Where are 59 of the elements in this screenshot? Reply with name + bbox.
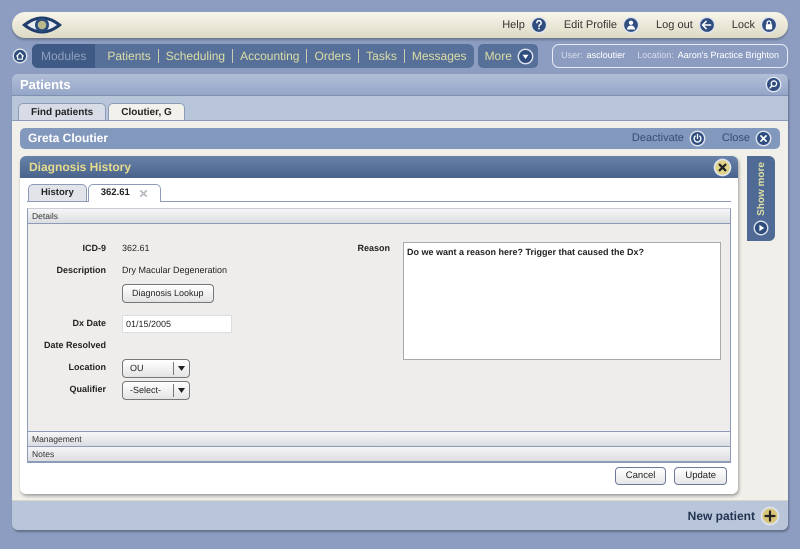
field-value: 362.61: [122, 242, 151, 255]
nav-tab[interactable]: Tasks: [358, 49, 404, 63]
new-patient-link[interactable]: New patient: [688, 506, 780, 526]
caret-down-icon: [178, 388, 185, 393]
section-header[interactable]: Notes: [28, 447, 730, 462]
field-label: Dx Date: [71, 317, 106, 330]
dropdown-field[interactable]: OU: [122, 359, 190, 378]
dialog-button[interactable]: Cancel: [614, 467, 666, 485]
header-link[interactable]: Edit Profile: [564, 16, 640, 34]
more-button[interactable]: More: [478, 44, 538, 68]
lookup-button[interactable]: Diagnosis Lookup: [122, 284, 214, 303]
caret-down-icon: [516, 48, 534, 64]
close-tab-icon[interactable]: [138, 189, 148, 198]
back-arrow-icon: [698, 16, 716, 34]
dialog-tab[interactable]: 362.61: [88, 184, 161, 202]
home-icon[interactable]: [12, 48, 28, 64]
field-label: ICD-9: [81, 242, 106, 255]
field-label: Qualifier: [68, 383, 106, 396]
field-label: Description: [55, 264, 106, 277]
person-icon: [622, 16, 640, 34]
panel-title: Patients: [20, 76, 71, 92]
panel-tab[interactable]: Find patients: [18, 103, 106, 120]
nav-tab[interactable]: Messages: [404, 49, 474, 63]
location-label: Location:: [637, 49, 674, 62]
user-name: ascloutier: [586, 49, 626, 62]
close-icon[interactable]: [713, 158, 732, 176]
nav-tab[interactable]: Scheduling: [158, 49, 232, 63]
reason-field[interactable]: Do we want a reason here? Trigger that caused the Dx?: [403, 242, 721, 360]
power-icon: [688, 130, 706, 147]
user-label: User:: [561, 49, 583, 62]
section-header[interactable]: Management: [28, 432, 730, 447]
nav-tab[interactable]: Patients: [95, 49, 158, 63]
help-icon: [530, 16, 548, 34]
field-label: Reason: [356, 242, 390, 255]
dialog-tab[interactable]: History: [28, 184, 87, 201]
header-link[interactable]: Help: [502, 16, 548, 34]
panel-tab[interactable]: Cloutier, G: [108, 103, 185, 121]
nav-tab[interactable]: Orders: [306, 49, 358, 63]
lock-icon: [760, 16, 778, 34]
eye-logo: [20, 14, 64, 36]
dropdown-field[interactable]: -Select-: [122, 381, 190, 400]
location-name: Aaron's Practice Brighton: [678, 49, 779, 62]
dialog-button[interactable]: Update: [674, 467, 727, 485]
plus-icon: [760, 506, 780, 526]
patient-name: Greta Cloutier: [28, 131, 108, 146]
dialog-title: Diagnosis History: [29, 160, 132, 174]
header-link[interactable]: Lock: [732, 16, 778, 34]
section-header[interactable]: Details: [28, 209, 730, 224]
field-label: Date Resolved: [42, 339, 106, 352]
search-icon: [765, 76, 782, 93]
caret-down-icon: [178, 366, 185, 371]
play-icon: [753, 220, 769, 236]
field-value: Dry Macular Degeneration: [122, 264, 228, 277]
nav-tab[interactable]: Accounting: [232, 49, 306, 63]
close-icon: [755, 130, 772, 147]
date-field[interactable]: 01/15/2005: [122, 315, 232, 333]
header-link[interactable]: Log out: [656, 16, 716, 34]
field-label: Location: [68, 361, 106, 374]
show-more-tab[interactable]: Show more: [747, 156, 775, 241]
